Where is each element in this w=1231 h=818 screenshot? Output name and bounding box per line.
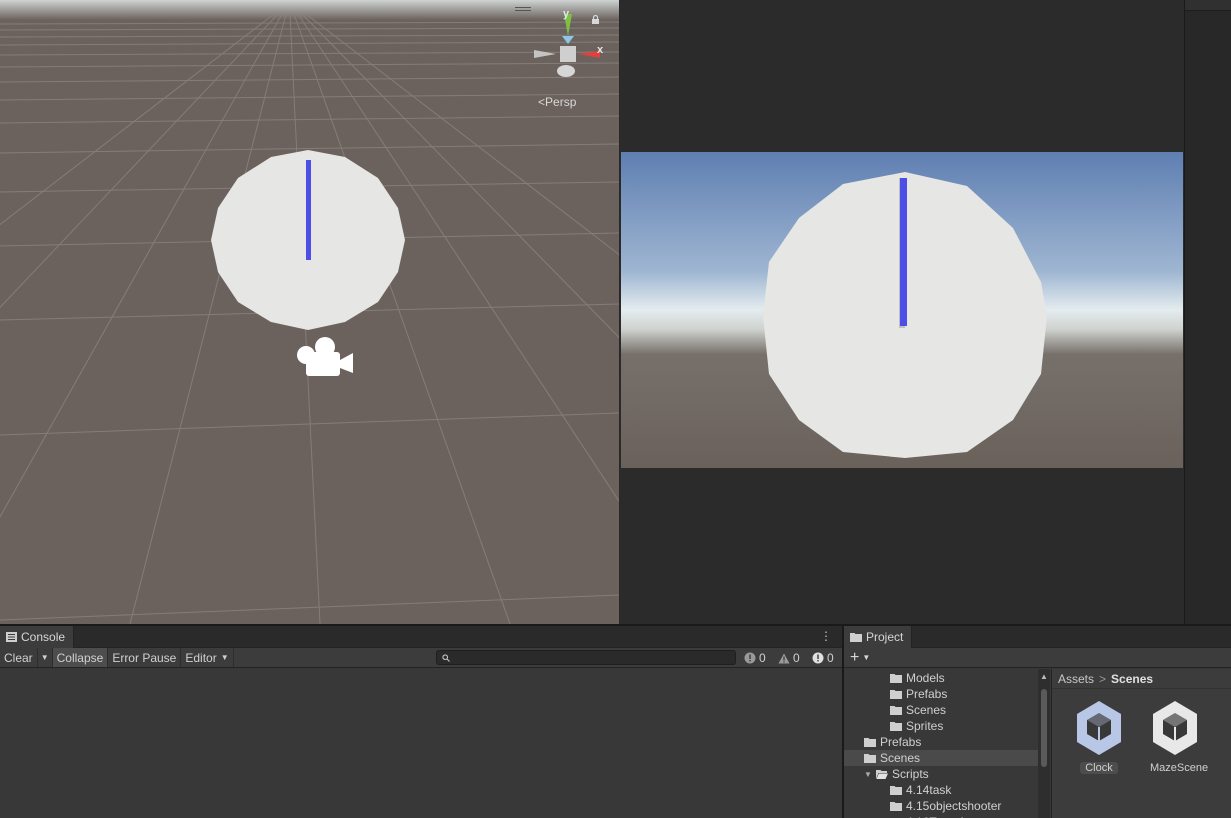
assets-pane[interactable]: Assets > Scenes Clock MazeScene: [1051, 669, 1231, 818]
tree-item-label: Scenes: [880, 751, 921, 765]
game-render: [621, 152, 1183, 468]
editor-dropdown[interactable]: Editor ▼: [181, 648, 234, 667]
chevron-down-icon: ▼: [220, 653, 229, 662]
gizmo-y-label: y: [563, 8, 570, 20]
console-search-input[interactable]: [437, 652, 735, 666]
error-pause-button[interactable]: Error Pause: [108, 648, 182, 667]
console-search[interactable]: [436, 650, 736, 666]
plus-icon: +: [850, 648, 860, 666]
chevron-down-icon: ▼: [862, 653, 871, 662]
console-icon: [6, 632, 17, 642]
tree-item-label: 4.15objectshooter: [906, 799, 1002, 813]
tab-project[interactable]: Project: [844, 626, 913, 648]
info-icon: [744, 652, 756, 664]
tree-item-label: Models: [906, 671, 945, 685]
tree-item[interactable]: 4.16Transform: [844, 814, 1038, 818]
breadcrumb-separator-icon: >: [1099, 671, 1107, 686]
info-filter-toggle[interactable]: 0: [744, 648, 766, 668]
tree-item-label: Prefabs: [880, 735, 922, 749]
asset-item[interactable]: MazeScene: [1145, 699, 1208, 774]
gizmo-center-cube[interactable]: [560, 46, 576, 62]
warning-filter-toggle[interactable]: 0: [778, 648, 800, 668]
folder-icon: [890, 802, 902, 811]
tree-item[interactable]: Prefabs: [844, 734, 1038, 750]
tree-item[interactable]: Sprites: [844, 718, 1038, 734]
unity-scene-icon: [1153, 701, 1197, 755]
folder-icon: [890, 706, 902, 715]
tree-item-label: Scripts: [892, 767, 929, 781]
inspector-strip: [1184, 0, 1231, 624]
search-icon: [442, 654, 450, 662]
error-count: 0: [827, 651, 834, 665]
gizmo-x-label: x: [597, 44, 604, 56]
scene-clock-hand: [306, 160, 311, 260]
folder-icon: [890, 722, 902, 731]
breadcrumb-current[interactable]: Scenes: [1111, 672, 1153, 686]
clear-dropdown-button[interactable]: ▼: [38, 648, 53, 667]
game-render-image: [621, 152, 1183, 468]
game-clock-hand: [900, 178, 907, 326]
folder-icon: [890, 786, 902, 795]
tab-project-label: Project: [866, 630, 904, 644]
console-panel: Console ⋮ Clear ▼ Collapse Error Pause E…: [0, 624, 842, 818]
scene-view[interactable]: y x <Persp: [0, 0, 619, 624]
gizmo-neg-x-cone[interactable]: [534, 50, 556, 58]
tree-item[interactable]: Prefabs: [844, 686, 1038, 702]
warning-count: 0: [793, 651, 800, 665]
unity-scene-icon: [1077, 701, 1121, 755]
expand-arrow-icon[interactable]: ▼: [864, 770, 874, 779]
tree-item[interactable]: 4.15objectshooter: [844, 798, 1038, 814]
persp-icon: <: [538, 95, 546, 109]
breadcrumb: Assets > Scenes: [1052, 669, 1231, 689]
tree-item[interactable]: Scenes: [844, 750, 1038, 766]
tree-item[interactable]: Scenes: [844, 702, 1038, 718]
tree-scrollbar[interactable]: ▲: [1038, 669, 1050, 818]
add-asset-button[interactable]: + ▼: [850, 648, 871, 666]
asset-label: Clock: [1080, 762, 1118, 774]
info-count: 0: [759, 651, 766, 665]
chevron-down-icon: ▼: [40, 653, 49, 662]
error-icon: [812, 652, 824, 664]
project-folder-tree[interactable]: Models Prefabs Scenes Sprites Prefabs Scenes ▼…: [844, 669, 1038, 818]
asset-label: MazeScene: [1150, 762, 1209, 774]
folder-icon: [850, 633, 862, 642]
tree-item-label: Sprites: [906, 719, 944, 733]
tree-item[interactable]: ▼ Scripts: [844, 766, 1038, 782]
folder-open-icon: [876, 770, 888, 779]
tree-item[interactable]: Models: [844, 670, 1038, 686]
collapse-button[interactable]: Collapse: [52, 648, 109, 667]
folder-icon: [864, 738, 876, 747]
tab-console[interactable]: Console: [0, 626, 75, 648]
console-menu-icon[interactable]: ⋮: [820, 630, 832, 642]
asset-item[interactable]: Clock: [1069, 699, 1129, 774]
folder-icon: [864, 754, 876, 763]
project-panel: Project + ▼ Models Prefabs Scenes Sprites Pr…: [842, 624, 1231, 818]
orientation-gizmo[interactable]: [520, 6, 619, 106]
clear-button[interactable]: Clear: [0, 648, 38, 667]
warning-icon: [778, 653, 790, 663]
tree-item[interactable]: 4.14task: [844, 782, 1038, 798]
tree-item-label: Prefabs: [906, 687, 948, 701]
game-view[interactable]: [620, 0, 1184, 624]
console-log-list[interactable]: [0, 668, 842, 818]
tab-console-label: Console: [21, 630, 66, 644]
breadcrumb-root[interactable]: Assets: [1058, 672, 1094, 686]
folder-icon: [890, 690, 902, 699]
gizmo-z-cone[interactable]: [557, 65, 575, 77]
tree-item-label: Scenes: [906, 703, 947, 717]
tree-item-label: 4.14task: [906, 783, 952, 797]
scrollbar-thumb[interactable]: [1041, 689, 1047, 767]
scroll-up-icon[interactable]: ▲: [1040, 672, 1048, 681]
camera-mode-toggle[interactable]: <Persp: [538, 95, 576, 109]
folder-icon: [890, 674, 902, 683]
error-filter-toggle[interactable]: 0: [812, 648, 834, 668]
camera-mode-label: Persp: [545, 95, 577, 109]
